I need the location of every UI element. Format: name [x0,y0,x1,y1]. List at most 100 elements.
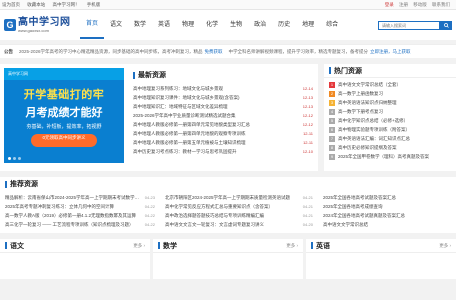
rank-badge: 3 [329,99,335,106]
nav-home[interactable]: 首页 [80,11,105,39]
more-link[interactable]: 更多 › [439,243,451,249]
banner-dot[interactable] [18,157,21,160]
list-item[interactable]: 8 高中历史必修知识提纲及答案 [329,143,451,152]
list-item-title[interactable]: 高中化学常见反应方程式汇总与重要知识点（含答案） [165,204,273,210]
list-item-title[interactable]: 高一数学人教A版（2019）必修第一册4.1.2无理数指数幂及其运算 [5,213,136,219]
list-item[interactable]: 高一数学人教A版（2019）必修第一册4.1.2无理数指数幂及其运算 04-22 [5,211,155,220]
nav-english[interactable]: 英语 [152,10,176,40]
list-item-title[interactable]: 北京市朝阳区2024-2025学年高一上学期期末质量检测英语试题 [165,195,290,201]
banner-subtitle: 夯基础，补短板，提效率，拓视野 [26,124,102,130]
nav-chinese[interactable]: 语文 [104,10,128,40]
nav-physics[interactable]: 物理 [176,10,200,40]
list-item-title[interactable]: 高中历史复习考点练习：教材一学习与思考巩固提升 [133,149,237,155]
list-item[interactable]: 4 高一数学下册考点复习 [329,107,451,116]
set-homepage-link[interactable]: 设为首页 [2,2,20,7]
nav-comprehensive[interactable]: 综合 [320,10,344,40]
list-item[interactable]: 7 高中英语语法汇编：词汇知识点汇总 [329,134,451,143]
list-item-title[interactable]: 高中地理人教版必修第一册第四单元常见地貌类型复习汇总 [133,122,250,128]
more-link[interactable]: 更多 › [133,243,145,249]
list-item-title[interactable]: 2025-2026学年高中学业质量诊断测试精选试题合集 [133,113,236,119]
list-item-title[interactable]: 高一数学下册考点复习 [338,109,383,115]
list-item[interactable]: 2025年高考专题冲刺复习练习：立体几何中的空间计算 04-22 [5,202,155,211]
list-item[interactable]: 6 高中物理实验题专项训练（附答案） [329,125,451,134]
list-item[interactable]: 北京市朝阳区2024-2025学年高一上学期期末质量检测英语试题 04-21 [165,193,313,202]
list-item-title[interactable]: 高中地理复习系列练习：地域文化与城乡景观 [133,86,223,92]
list-item[interactable]: 高中历史复习考点练习：教材一学习与思考巩固提升 12-10 [133,147,313,156]
list-item[interactable]: 9 2025年全国甲卷数学（理科）高考真题及答案 [329,152,451,161]
list-item-title[interactable]: 高中英语语法知识点归纳整理 [338,100,397,106]
list-item[interactable]: 2025年全国各地高考试题及答案汇总 [323,193,451,202]
list-item[interactable]: 5 高中化学知识点总结（必修+选修） [329,116,451,125]
list-item-title[interactable]: 高中语文文学常识总结（全套） [338,82,401,88]
list-item-date: 04-23 [144,195,155,200]
mobile-version-link[interactable]: 移动版 [413,2,427,7]
search-button[interactable] [440,20,452,30]
latest-title: 最新资源 [138,72,166,79]
list-item-title[interactable]: 2024年全国各地高考试题真题及答案汇总 [323,213,405,219]
list-item-title[interactable]: 2025年高考专题冲刺复习练习：立体几何中的空间计算 [5,204,114,210]
list-item-title[interactable]: 高中政治选择题答题技巧总结与专项训练精编汇编 [165,213,264,219]
list-item[interactable]: 高中地理人教版必修第一册第四单元常见地貌类型复习汇总 12-12 [133,120,313,129]
list-item-title[interactable]: 高中地理知识汇：地域特征与区域文化差异梳理 [133,104,228,110]
nav-history[interactable]: 历史 [272,10,296,40]
list-item-title[interactable]: 高中历史必修知识提纲及答案 [338,145,397,151]
list-item-date: 12-13 [302,95,313,100]
banner-dot[interactable] [13,157,16,160]
list-item-title[interactable]: 高中语文文学常识总结 [323,222,368,228]
list-item[interactable]: 高三化学一轮复习 —— 工艺流程专项训练（知识点梳理及习题） 04-22 [5,220,155,229]
list-item-title[interactable]: 2025年全国甲卷数学（理科）高考真题及答案 [338,154,429,160]
list-item[interactable]: 3 高中英语语法知识点归纳整理 [329,98,451,107]
list-item[interactable]: 高中语文文言文一轮复习：文言虚词专题复习讲义 04-20 [165,220,313,229]
more-link[interactable]: 更多 › [286,243,298,249]
top-bar-right: 登录 注册 移动版 联系我们 [381,2,450,8]
nav-biology[interactable]: 生物 [224,10,248,40]
list-item-title[interactable]: 高中英语语法汇编：词汇知识点汇总 [338,136,410,142]
rank-badge: 2 [329,90,335,97]
nav-geography[interactable]: 地理 [296,10,320,40]
search-input[interactable] [378,20,440,30]
bookmark-link[interactable]: 收藏本站 [27,2,45,7]
promo-banner[interactable]: 高中学习网 开学基础打的牢 月考成绩才能好 夯基础，补短板，提效率，拓视野 0元… [4,68,124,163]
nav-politics[interactable]: 政治 [248,10,272,40]
list-item-date: 12-12 [302,113,313,118]
list-item-title[interactable]: 高中地理人教版必修第一册第五单元植被与土壤知识梳理 [133,140,246,146]
list-item[interactable]: 高中地理人教版必修第一册第四单元地貌的观察专项训练 12-11 [133,129,313,138]
list-item[interactable]: 高中地理人教版必修第一册第五单元植被与土壤知识梳理 12-11 [133,138,313,147]
list-item[interactable]: 高中政治选择题答题技巧总结与专项训练精编汇编 04-21 [165,211,313,220]
list-item-title[interactable]: 2025年全国各地高考成绩查询 [323,204,383,210]
list-item[interactable]: 高中地理知识复习课件：地域文化与城乡景观(含答案) 12-13 [133,93,313,102]
list-item[interactable]: 精品解析：云南省保山市2024-2025学年高一上学期期末考试数学试题 04-23 [5,193,155,202]
list-item[interactable]: 高中化学常见反应方程式汇总与重要知识点（含答案） 04-21 [165,202,313,211]
list-item-title[interactable]: 高三化学一轮复习 —— 工艺流程专项训练（知识点梳理及习题） [5,222,134,228]
mobile-link[interactable]: 手机版 [87,2,101,7]
list-item-title[interactable]: 2025年全国各地高考试题及答案汇总 [323,195,396,201]
nav-math[interactable]: 数学 [128,10,152,40]
list-item[interactable]: 2025年全国各地高考成绩查询 [323,202,451,211]
list-item-title[interactable]: 高中语文文言文一轮复习：文言虚词专题复习讲义 [165,222,264,228]
list-item-title[interactable]: 高一数学上册函数复习 [338,91,383,97]
list-item[interactable]: 高中地理复习系列练习：地域文化与城乡景观 12-14 [133,84,313,93]
list-item[interactable]: 高中地理知识汇：地域特征与区域文化差异梳理 12-13 [133,102,313,111]
list-item[interactable]: 2025-2026学年高中学业质量诊断测试精选试题合集 12-12 [133,111,313,120]
contact-link[interactable]: 联系我们 [432,2,450,7]
list-item[interactable]: 2 高一数学上册函数复习 [329,89,451,98]
banner-dots [8,157,23,160]
banner-dot[interactable] [8,157,11,160]
list-item-title[interactable]: 高中化学知识点总结（必修+选修） [338,118,408,124]
list-item[interactable]: 2024年全国各地高考试题真题及答案汇总 [323,211,451,220]
login-link[interactable]: 登录 [385,2,394,7]
notice-link-1[interactable]: 免费获取 [205,49,223,55]
site-logo[interactable]: G 高中学习网 www.gaoxsx.com [4,17,80,33]
list-item[interactable]: 高中语文文学常识总结 [323,220,451,229]
list-item-title[interactable]: 高中地理人教版必修第一册第四单元地貌的观察专项训练 [133,131,246,137]
list-item-title[interactable]: 高中地理知识复习课件：地域文化与城乡景观(含答案) [133,95,240,101]
list-item-title[interactable]: 精品解析：云南省保山市2024-2025学年高一上学期期末考试数学试题 [5,195,141,201]
banner-brand: 高中学习网 [8,71,28,76]
list-item-title[interactable]: 高中物理实验题专项训练（附答案） [338,127,410,133]
register-link[interactable]: 注册 [399,2,408,7]
notice-link-2[interactable]: 立即注册，马上获取 [370,49,411,55]
banner-cta[interactable]: 0元领取高中同步讲义 [31,134,97,147]
list-item[interactable]: 1 高中语文文学常识总结（全套） [329,80,451,89]
nav-chemistry[interactable]: 化学 [200,10,224,40]
rank-badge: 4 [329,108,335,115]
